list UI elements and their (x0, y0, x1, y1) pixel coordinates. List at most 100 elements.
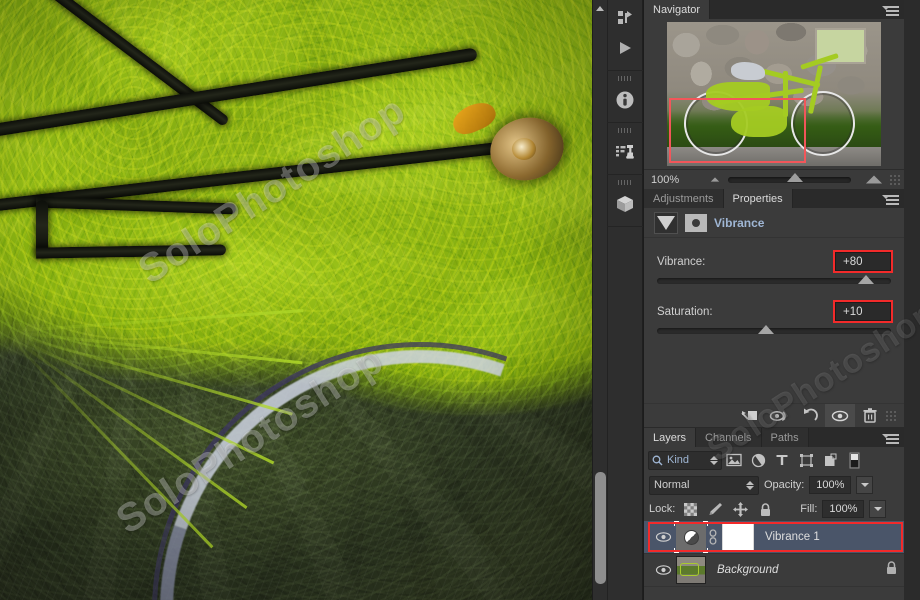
layer-link-icon[interactable] (706, 529, 720, 545)
navigator-zoom-slider-knob[interactable] (787, 172, 804, 182)
resize-grip-icon[interactable] (889, 173, 901, 186)
tab-navigator[interactable]: Navigator (644, 0, 711, 19)
opacity-value[interactable]: 100% (809, 476, 852, 494)
saturation-slider-knob[interactable] (757, 325, 774, 334)
vibrance-value-field[interactable]: +80 (833, 250, 893, 273)
dock-group-info (607, 71, 643, 123)
tabbar-filler (710, 0, 904, 19)
navigator-zoom-slider[interactable] (728, 172, 851, 183)
lock-label: Lock: (649, 503, 676, 515)
filter-smart-object-icon[interactable] (818, 449, 842, 471)
dock-grip[interactable] (618, 76, 632, 81)
zoom-in-icon[interactable] (865, 175, 883, 184)
saturation-control: Saturation: +10 (657, 300, 893, 334)
navigator-panel-menu-icon[interactable] (882, 4, 900, 16)
layer-visibility-eye-icon[interactable] (650, 564, 676, 576)
lock-transparent-pixels-icon[interactable] (680, 499, 700, 519)
opacity-label: Opacity: (764, 479, 805, 491)
lock-position-icon[interactable] (730, 499, 750, 519)
dock-group-history-actions (607, 0, 643, 71)
opacity-dropdown-icon[interactable] (856, 476, 874, 494)
navigator-zoom-value[interactable]: 100% (644, 174, 706, 186)
resize-grip-icon[interactable] (885, 409, 897, 422)
blend-mode-spinner-icon[interactable] (746, 480, 754, 490)
filter-toggle-icon[interactable] (842, 449, 866, 471)
fill-value[interactable]: 100% (822, 500, 865, 518)
info-icon[interactable] (610, 85, 640, 115)
vibrance-slider[interactable] (657, 275, 891, 284)
clip-to-layer-icon[interactable] (735, 404, 765, 428)
layers-tabbar: Layers Channels Paths (644, 428, 904, 447)
photoshop-window: SoloPhotoshop SoloPhotoshop Navigator 10… (0, 0, 920, 600)
filter-type-icon[interactable] (770, 449, 794, 471)
scrollbar-thumb[interactable] (595, 472, 606, 584)
dock-group-clone-source (607, 123, 643, 175)
clone-source-icon[interactable] (610, 137, 640, 167)
tab-channels[interactable]: Channels (696, 428, 762, 447)
layer-filter-row: Kind (644, 447, 904, 473)
tab-paths[interactable]: Paths (761, 428, 809, 447)
scroll-up-arrow-icon[interactable] (596, 6, 604, 11)
actions-play-icon[interactable] (610, 33, 640, 63)
filter-shape-icon[interactable] (794, 449, 818, 471)
filter-pixel-icon[interactable] (722, 449, 746, 471)
filter-kind-label: Kind (667, 454, 690, 466)
lock-image-pixels-icon[interactable] (705, 499, 725, 519)
properties-tabbar: Adjustments Properties (644, 189, 904, 208)
tab-paths-label: Paths (770, 431, 799, 444)
saturation-slider[interactable] (657, 325, 891, 334)
dock-grip[interactable] (618, 128, 632, 133)
vibrance-slider-knob[interactable] (858, 275, 875, 284)
background-layer-thumbnail[interactable] (676, 556, 706, 584)
navigator-thumbnail-area[interactable] (644, 19, 904, 169)
table-row[interactable]: Background (644, 554, 904, 587)
zoom-out-icon[interactable] (710, 177, 720, 182)
reset-icon[interactable] (795, 404, 825, 428)
layers-panel-menu-icon[interactable] (882, 432, 900, 444)
toggle-visibility-icon[interactable] (825, 403, 855, 428)
document-canvas[interactable]: SoloPhotoshop SoloPhotoshop (0, 0, 607, 600)
fill-label: Fill: (800, 503, 818, 515)
navigator-view-rectangle[interactable] (669, 98, 806, 164)
tab-properties-label: Properties (732, 192, 783, 205)
layer-name[interactable]: Background (717, 564, 778, 576)
properties-body: Vibrance: +80 Saturation: +10 (644, 238, 904, 403)
tab-layers[interactable]: Layers (644, 428, 697, 447)
adjustment-layer-thumbnail[interactable] (674, 521, 708, 553)
search-icon (652, 455, 663, 465)
artwork-image: SoloPhotoshop SoloPhotoshop (0, 0, 607, 600)
tab-adjustments[interactable]: Adjustments (644, 189, 724, 208)
navigator-thumbnail[interactable] (667, 22, 881, 166)
delete-icon[interactable] (855, 404, 885, 428)
blend-mode-row: Normal Opacity: 100% (644, 473, 904, 497)
properties-footer (644, 403, 904, 428)
history-icon[interactable] (610, 3, 640, 33)
saturation-value-field[interactable]: +10 (833, 300, 893, 323)
layer-name[interactable]: Vibrance 1 (765, 531, 820, 543)
filter-kind-spinner-icon[interactable] (710, 455, 718, 465)
blend-mode-value: Normal (654, 479, 690, 491)
3d-cube-icon[interactable] (610, 189, 640, 219)
fill-dropdown-icon[interactable] (869, 500, 887, 518)
tab-navigator-label: Navigator (653, 3, 701, 16)
blend-mode-select[interactable]: Normal (649, 475, 759, 495)
dock-group-3d (607, 175, 643, 227)
layer-visibility-eye-icon[interactable] (650, 531, 676, 543)
layer-mask-thumbnail[interactable] (722, 523, 754, 551)
properties-panel: Adjustments Properties Vibrance Vibrance… (644, 189, 904, 428)
canvas-vertical-scrollbar[interactable] (592, 0, 607, 600)
tab-properties[interactable]: Properties (723, 189, 793, 208)
navigator-panel: Navigator 100% (644, 0, 904, 189)
collapsed-panel-dock (607, 0, 643, 600)
lock-all-icon[interactable] (755, 499, 775, 519)
layers-panel: Layers Channels Paths Kind Normal Opacit… (644, 427, 904, 600)
table-row[interactable]: Vibrance 1 (644, 521, 904, 554)
vibrance-triangle-icon[interactable] (654, 211, 678, 234)
dock-grip[interactable] (618, 180, 632, 185)
vibrance-label: Vibrance: (657, 255, 706, 268)
properties-panel-menu-icon[interactable] (882, 193, 900, 205)
view-previous-state-icon[interactable] (765, 404, 795, 428)
layer-mask-icon[interactable] (685, 213, 707, 232)
filter-kind-select[interactable]: Kind (648, 450, 722, 470)
filter-adjustment-icon[interactable] (746, 449, 770, 471)
